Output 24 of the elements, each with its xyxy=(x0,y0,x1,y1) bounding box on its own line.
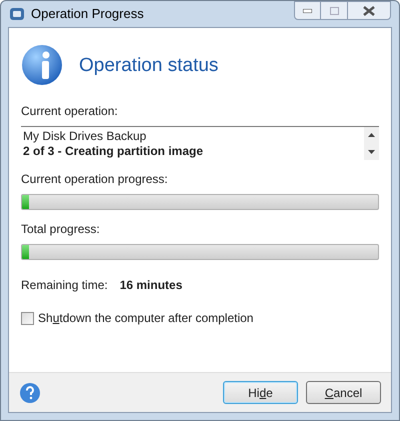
scrollbar[interactable] xyxy=(364,127,379,160)
close-icon xyxy=(363,6,375,16)
window-title: Operation Progress xyxy=(31,5,144,24)
scroll-down-icon xyxy=(368,150,375,154)
operation-line: 2 of 3 - Creating partition image xyxy=(23,144,204,159)
dialog-button[interactable]: Cancel xyxy=(306,381,381,404)
operation-line: My Disk Drives Backup xyxy=(23,129,148,144)
info-icon xyxy=(21,44,65,88)
maximize-icon xyxy=(330,6,338,14)
remaining-time-value: 16 minutes xyxy=(120,277,182,294)
progress-label: Current operation progress: xyxy=(21,171,169,188)
progress-label: Total progress: xyxy=(21,221,101,238)
remaining-time-label: Remaining time: xyxy=(21,277,108,294)
app-icon xyxy=(9,6,25,22)
shutdown-checkbox[interactable] xyxy=(21,312,34,324)
minimize-icon xyxy=(303,8,312,12)
scroll-up-icon xyxy=(368,133,375,138)
dialog-button[interactable]: Hide xyxy=(223,381,298,404)
close-button[interactable] xyxy=(347,1,391,20)
minimize-button[interactable] xyxy=(294,1,321,20)
header-title: Operation status xyxy=(79,54,218,78)
shutdown-label: Shutdown the computer after completion xyxy=(38,310,254,327)
current-operation-label: Current operation: xyxy=(21,103,119,120)
help-icon[interactable] xyxy=(19,382,41,404)
